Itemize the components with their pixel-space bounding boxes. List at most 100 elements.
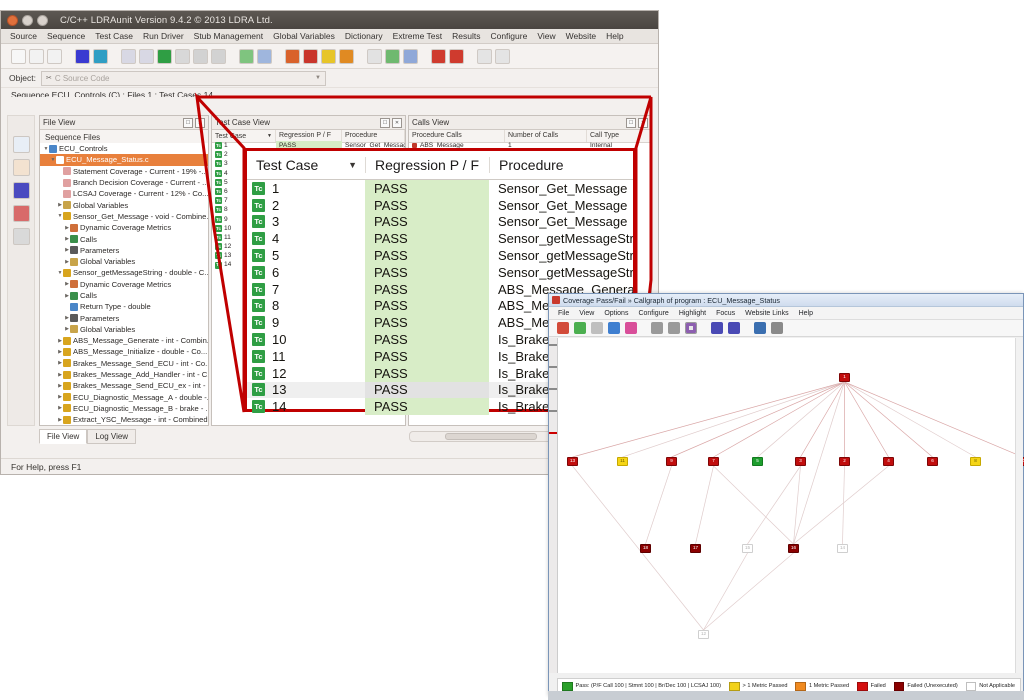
callgraph-node[interactable]: 11 [617, 457, 628, 466]
zoom-out-icon[interactable] [651, 322, 663, 334]
close-panel-icon[interactable]: ✕ [638, 117, 648, 128]
callgraph-node[interactable]: 1 [839, 373, 850, 382]
menu-stub-management[interactable]: Stub Management [189, 30, 268, 42]
globe-icon[interactable] [193, 48, 208, 64]
cg-menu-configure[interactable]: Configure [633, 310, 673, 317]
tree-item[interactable]: ▶ Parameters [40, 312, 208, 323]
doc-plain-icon[interactable] [477, 48, 492, 64]
cg-menu-view[interactable]: View [574, 310, 599, 317]
save-grey-icon[interactable] [211, 48, 226, 64]
report-grey-icon[interactable] [367, 48, 382, 64]
callgraph-red-icon[interactable] [431, 48, 446, 64]
paste-icon[interactable] [47, 48, 62, 64]
tab-file-view[interactable]: File View [39, 429, 88, 444]
tree-item[interactable]: Statement Coverage - Current - 19% -... [40, 166, 208, 177]
report-green-icon[interactable] [385, 48, 400, 64]
call-side-icon[interactable] [12, 159, 30, 176]
tree-item[interactable]: ▶ Calls [40, 290, 208, 301]
book-orange-icon[interactable] [285, 48, 300, 64]
cg-menu-help[interactable]: Help [794, 310, 818, 317]
callgraph-node[interactable]: 4 [883, 457, 894, 466]
tree-item[interactable]: ▶ Global Variables [40, 199, 208, 210]
tree-item[interactable]: ▼ Sensor_Get_Message - void - Combine... [40, 211, 208, 222]
menu-source[interactable]: Source [5, 30, 42, 42]
cg-menu-highlight[interactable]: Highlight [674, 310, 711, 317]
object-combo[interactable]: ✂ C Source Code ▼ [40, 70, 326, 86]
callgraph-node[interactable]: 2 [839, 457, 850, 466]
callgraph-node[interactable]: 14 [837, 544, 848, 553]
maximize-icon[interactable] [37, 14, 48, 26]
float-icon[interactable]: ☐ [183, 117, 193, 128]
magnified-col-procedure[interactable]: Procedure [489, 157, 633, 173]
refresh-cyan-icon[interactable] [93, 48, 108, 64]
tree-item[interactable]: ▼ ECU_Controls [40, 143, 208, 154]
cg-menu-file[interactable]: File [553, 310, 574, 317]
magnified-col-test-case[interactable]: Test Case ▼ [247, 157, 365, 173]
file-tree[interactable]: ▼ ECU_Controls ▼ ECU_Message_Status.c Statem… [40, 143, 208, 425]
menu-dictionary[interactable]: Dictionary [340, 30, 388, 42]
magnified-table-row[interactable]: Tc 6 PASS Sensor_getMessageStri [247, 263, 633, 281]
callgraph-node[interactable]: 6 [927, 457, 938, 466]
callgraph-node[interactable]: 18 [640, 544, 651, 553]
callgraph-node[interactable]: 17 [690, 544, 701, 553]
magnified-table-row[interactable]: Tc 1 PASS Sensor_Get_Message [247, 180, 633, 197]
zoom-fit-icon[interactable] [685, 322, 697, 334]
tree-item[interactable]: ▶ Calls [40, 233, 208, 244]
callgraph-node[interactable]: 12 [698, 630, 709, 639]
callgraph-vscrollbar[interactable] [1015, 338, 1023, 673]
file-side-icon[interactable] [12, 136, 30, 153]
callgraph-canvas[interactable]: 113119753246810181715161412 [557, 338, 1024, 673]
export-orange-icon[interactable] [339, 48, 354, 64]
download-green-icon[interactable] [157, 48, 172, 64]
layout-blue-icon[interactable] [711, 322, 723, 334]
callgraph-green-icon[interactable] [574, 322, 586, 334]
callgraph-node[interactable]: 15 [742, 544, 753, 553]
callgraph-node[interactable]: 16 [788, 544, 799, 553]
cg-menu-focus[interactable]: Focus [711, 310, 740, 317]
matrix-b-icon[interactable] [139, 48, 154, 64]
magnified-table-row[interactable]: Tc 4 PASS Sensor_getMessageStri [247, 230, 633, 248]
magnified-table-row[interactable]: Tc 3 PASS Sensor_Get_Message [247, 213, 633, 231]
zoom-in-icon[interactable] [668, 322, 680, 334]
menu-global-variables[interactable]: Global Variables [268, 30, 340, 42]
testcase-side-icon[interactable] [12, 182, 30, 199]
copy-icon[interactable] [29, 48, 44, 64]
tree-item[interactable]: ▶ Brakes_Message_Send_ECU - int - Co... [40, 358, 208, 369]
close-panel-icon[interactable]: ✕ [392, 117, 402, 128]
menu-view[interactable]: View [532, 30, 560, 42]
tree-item[interactable]: ▶ ECU_Diagnostic_Message_A - double -... [40, 392, 208, 403]
info-blue-icon[interactable] [75, 48, 90, 64]
flowgraph-red-icon[interactable] [449, 48, 464, 64]
float-icon[interactable]: ☐ [626, 117, 636, 128]
callgraph-node[interactable]: 3 [795, 457, 806, 466]
report-blue-icon[interactable] [403, 48, 418, 64]
tree-item[interactable]: ▶ ECU_Diagnostic_Message_B - brake - ... [40, 403, 208, 414]
stop-icon[interactable] [175, 48, 190, 64]
undo-icon[interactable] [771, 322, 783, 334]
callgraph-node[interactable]: 9 [666, 457, 677, 466]
close-icon[interactable] [7, 14, 18, 26]
float-icon[interactable]: ☐ [380, 117, 390, 128]
callgraph-blue-icon[interactable] [608, 322, 620, 334]
tree-item[interactable]: ▼ Sensor_getMessageString - double - C... [40, 267, 208, 278]
tree-item[interactable]: Return Type - double [40, 301, 208, 312]
tab-log-view[interactable]: Log View [87, 429, 137, 444]
minimize-icon[interactable] [22, 14, 33, 26]
menu-configure[interactable]: Configure [485, 30, 532, 42]
matrix-a-icon[interactable] [121, 48, 136, 64]
new-file-icon[interactable] [11, 48, 26, 64]
tree-item[interactable]: ▶ Dynamic Coverage Metrics [40, 279, 208, 290]
tree-item[interactable]: ▶ ABS_Message_Initialize - double - Co... [40, 346, 208, 357]
doc-plain2-icon[interactable] [495, 48, 510, 64]
tree-item[interactable]: Branch Decision Coverage - Current - ... [40, 177, 208, 188]
callgraph-red-icon[interactable] [557, 322, 569, 334]
tree-item[interactable]: LCSAJ Coverage - Current - 12% - Co... [40, 188, 208, 199]
callgraph-node[interactable]: 13 [567, 457, 578, 466]
callgraph-grey-icon[interactable] [591, 322, 603, 334]
magnified-table-row[interactable]: Tc 2 PASS Sensor_Get_Message [247, 196, 633, 214]
layout-blue2-icon[interactable] [728, 322, 740, 334]
cg-menu-options[interactable]: Options [599, 310, 633, 317]
doc-green-icon[interactable] [239, 48, 254, 64]
tree-item[interactable]: ▶ Global Variables [40, 256, 208, 267]
magnified-col-regression[interactable]: Regression P / F [365, 157, 489, 173]
